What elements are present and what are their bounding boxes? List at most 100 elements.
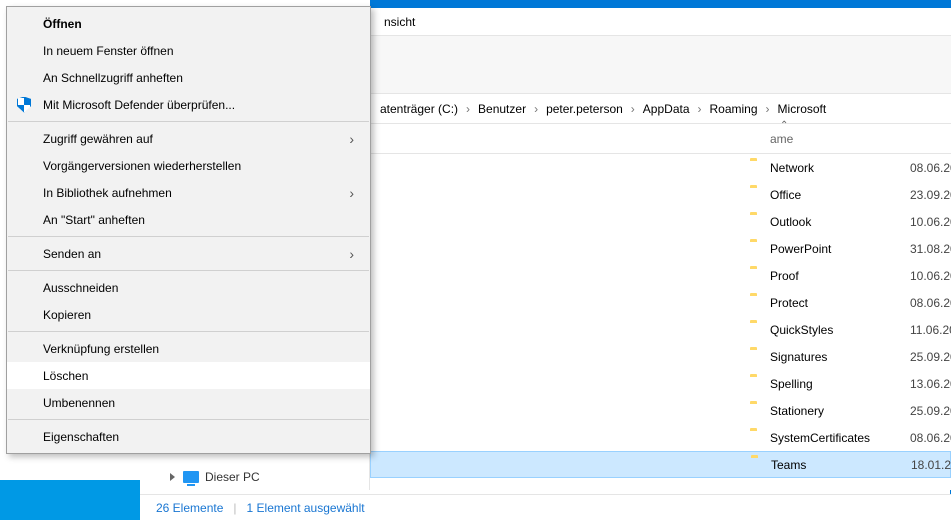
taskbar-fragment bbox=[0, 480, 140, 520]
folder-icon bbox=[751, 456, 769, 474]
folder-icon bbox=[750, 213, 768, 231]
folder-icon bbox=[750, 375, 768, 393]
cell-name: Teams bbox=[771, 458, 901, 472]
status-bar: 26 Elemente | 1 Element ausgewählt bbox=[140, 494, 951, 520]
submenu-arrow-icon: › bbox=[349, 246, 354, 262]
address-bar[interactable]: atenträger (C:)› Benutzer› peter.peterso… bbox=[370, 94, 951, 124]
breadcrumb-item[interactable]: Roaming bbox=[706, 102, 762, 116]
menu-pin-quick-access[interactable]: An Schnellzugriff anheften bbox=[7, 64, 370, 91]
context-menu[interactable]: Öffnen In neuem Fenster öffnen An Schnel… bbox=[6, 6, 371, 454]
pc-icon bbox=[183, 471, 199, 483]
menu-delete[interactable]: Löschen bbox=[7, 362, 370, 389]
folder-icon bbox=[750, 186, 768, 204]
file-row[interactable]: Network08.06.2020 20:58Dateiordner bbox=[370, 154, 951, 181]
cell-date: 31.08.2021 11:35 bbox=[910, 242, 951, 256]
cell-name: Stationery bbox=[770, 404, 900, 418]
menu-grant-access[interactable]: Zugriff gewähren auf › bbox=[7, 125, 370, 152]
menu-create-shortcut[interactable]: Verknüpfung erstellen bbox=[7, 335, 370, 362]
file-row[interactable]: Stationery25.09.2020 12:11Dateiordner bbox=[370, 397, 951, 424]
cell-date: 08.06.2020 20:58 bbox=[910, 431, 951, 445]
cell-date: 10.06.2021 18:18 bbox=[910, 215, 951, 229]
menu-properties[interactable]: Eigenschaften bbox=[7, 423, 370, 450]
file-row[interactable]: Outlook10.06.2021 18:18Dateiordner bbox=[370, 208, 951, 235]
cell-name: Signatures bbox=[770, 350, 900, 364]
breadcrumb-item[interactable]: peter.peterson bbox=[542, 102, 627, 116]
file-row[interactable]: Proof10.06.2020 11:43Dateiordner bbox=[370, 262, 951, 289]
breadcrumb-item[interactable]: AppData bbox=[639, 102, 694, 116]
breadcrumb-item[interactable]: Microsoft bbox=[774, 102, 831, 116]
file-row[interactable]: PowerPoint31.08.2021 11:35Dateiordner bbox=[370, 235, 951, 262]
menu-separator bbox=[8, 236, 369, 237]
folder-icon bbox=[750, 294, 768, 312]
menubar: nsicht bbox=[370, 8, 951, 36]
file-list[interactable]: Network08.06.2020 20:58DateiordnerOffice… bbox=[370, 154, 951, 490]
menu-separator bbox=[8, 419, 369, 420]
menu-separator bbox=[8, 270, 369, 271]
breadcrumb-item[interactable]: atenträger (C:) bbox=[376, 102, 462, 116]
cell-date: 23.09.2020 09:53 bbox=[910, 188, 951, 202]
cell-date: 13.06.2020 18:36 bbox=[910, 377, 951, 391]
menu-defender-scan[interactable]: Mit Microsoft Defender überprüfen... bbox=[7, 91, 370, 118]
column-header-name[interactable]: ⌃ ame bbox=[770, 132, 910, 146]
status-divider: | bbox=[223, 501, 246, 515]
menu-separator bbox=[8, 121, 369, 122]
cell-name: SystemCertificates bbox=[770, 431, 900, 445]
nav-item-this-pc[interactable]: Dieser PC bbox=[140, 466, 369, 488]
folder-icon bbox=[750, 321, 768, 339]
sort-indicator-icon: ⌃ bbox=[780, 120, 788, 131]
menu-send-to[interactable]: Senden an › bbox=[7, 240, 370, 267]
nav-item-label: Dieser PC bbox=[205, 470, 260, 484]
menu-open-new-window[interactable]: In neuem Fenster öffnen bbox=[7, 37, 370, 64]
folder-icon bbox=[750, 267, 768, 285]
defender-shield-icon bbox=[15, 96, 33, 114]
cell-name: Outlook bbox=[770, 215, 900, 229]
menu-include-library[interactable]: In Bibliothek aufnehmen › bbox=[7, 179, 370, 206]
cell-name: PowerPoint bbox=[770, 242, 900, 256]
chevron-right-icon[interactable]: › bbox=[762, 102, 774, 116]
chevron-right-icon[interactable] bbox=[170, 473, 175, 481]
chevron-right-icon[interactable]: › bbox=[694, 102, 706, 116]
menu-separator bbox=[8, 331, 369, 332]
breadcrumb-item[interactable]: Benutzer bbox=[474, 102, 530, 116]
cell-name: Spelling bbox=[770, 377, 900, 391]
file-row[interactable]: SystemCertificates08.06.2020 20:58Dateio… bbox=[370, 424, 951, 451]
cell-name: QuickStyles bbox=[770, 323, 900, 337]
chevron-right-icon[interactable]: › bbox=[530, 102, 542, 116]
menu-view[interactable]: nsicht bbox=[376, 9, 423, 35]
ribbon-toolbar bbox=[370, 36, 951, 94]
folder-icon bbox=[750, 402, 768, 420]
cell-name: Protect bbox=[770, 296, 900, 310]
cell-name: Network bbox=[770, 161, 900, 175]
cell-date: 08.06.2020 20:58 bbox=[910, 161, 951, 175]
chevron-right-icon[interactable]: › bbox=[627, 102, 639, 116]
file-row[interactable]: QuickStyles11.06.2021 18:06Dateiordner bbox=[370, 316, 951, 343]
file-row[interactable]: Office23.09.2020 09:53Dateiordner bbox=[370, 181, 951, 208]
folder-icon bbox=[750, 240, 768, 258]
submenu-arrow-icon: › bbox=[349, 185, 354, 201]
window-titlebar bbox=[370, 0, 951, 8]
file-row[interactable]: Signatures25.09.2020 12:11Dateiordner bbox=[370, 343, 951, 370]
folder-icon bbox=[750, 429, 768, 447]
cell-date: 11.06.2021 18:06 bbox=[910, 323, 951, 337]
menu-cut[interactable]: Ausschneiden bbox=[7, 274, 370, 301]
file-row[interactable]: Teams18.01.2022 10:39Dateiordner bbox=[370, 451, 951, 478]
status-selection-count: 1 Element ausgewählt bbox=[247, 501, 365, 515]
cell-name: Proof bbox=[770, 269, 900, 283]
menu-pin-start[interactable]: An "Start" anheften bbox=[7, 206, 370, 233]
status-item-count: 26 Elemente bbox=[156, 501, 223, 515]
menu-copy[interactable]: Kopieren bbox=[7, 301, 370, 328]
cell-date: 08.06.2020 20:58 bbox=[910, 296, 951, 310]
folder-icon bbox=[750, 348, 768, 366]
cell-date: 10.06.2020 11:43 bbox=[910, 269, 951, 283]
cell-name: Office bbox=[770, 188, 900, 202]
file-row[interactable]: Protect08.06.2020 20:58Dateiordner bbox=[370, 289, 951, 316]
file-row[interactable]: Spelling13.06.2020 18:36Dateiordner bbox=[370, 370, 951, 397]
cell-date: 18.01.2022 10:39 bbox=[911, 458, 951, 472]
menu-restore-previous[interactable]: Vorgängerversionen wiederherstellen bbox=[7, 152, 370, 179]
cell-date: 25.09.2020 12:11 bbox=[910, 350, 951, 364]
cell-date: 25.09.2020 12:11 bbox=[910, 404, 951, 418]
chevron-right-icon[interactable]: › bbox=[462, 102, 474, 116]
column-headers: ⌃ ame Änderungsdatum Typ Größe bbox=[370, 124, 951, 154]
menu-open[interactable]: Öffnen bbox=[7, 10, 370, 37]
menu-rename[interactable]: Umbenennen bbox=[7, 389, 370, 416]
